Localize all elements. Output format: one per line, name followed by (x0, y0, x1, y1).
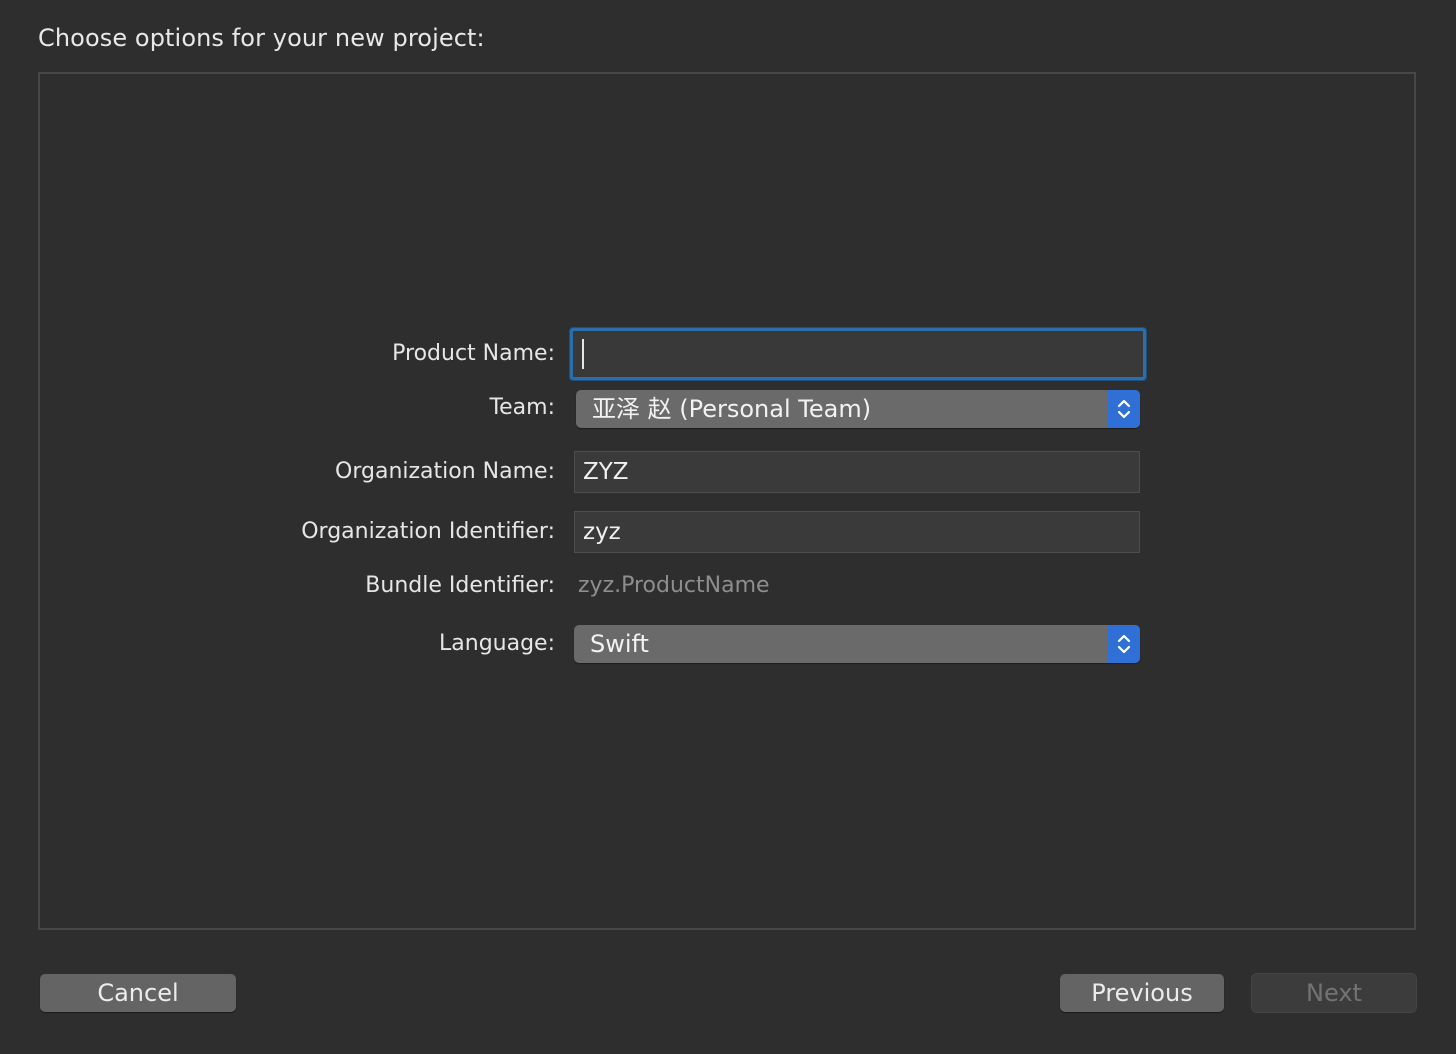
team-label: Team: (489, 395, 555, 420)
team-popup-stepper (1108, 390, 1140, 428)
organization-name-label: Organization Name: (335, 459, 555, 484)
text-caret (582, 339, 584, 369)
organization-name-input[interactable] (574, 451, 1140, 493)
product-name-input[interactable] (570, 328, 1146, 380)
organization-identifier-input[interactable] (574, 511, 1140, 553)
dialog-heading: Choose options for your new project: (38, 24, 485, 52)
next-button[interactable]: Next (1252, 974, 1416, 1012)
product-name-label: Product Name: (392, 341, 555, 366)
options-panel (38, 72, 1416, 930)
chevron-up-down-icon (1117, 399, 1131, 419)
organization-identifier-label: Organization Identifier: (301, 519, 555, 544)
bundle-identifier-label: Bundle Identifier: (365, 573, 555, 598)
chevron-up-down-icon (1117, 634, 1131, 654)
new-project-options-sheet: Choose options for your new project: Pro… (0, 0, 1456, 1054)
language-popup-stepper (1108, 625, 1140, 663)
bundle-identifier-value: zyz.ProductName (578, 573, 770, 598)
language-popup-value: Swift (590, 630, 649, 658)
team-popup[interactable]: 亚泽 赵 (Personal Team) (576, 390, 1140, 428)
language-label: Language: (439, 631, 555, 656)
team-popup-value: 亚泽 赵 (Personal Team) (592, 395, 872, 423)
language-popup[interactable]: Swift (574, 625, 1140, 663)
previous-button[interactable]: Previous (1060, 974, 1224, 1012)
cancel-button[interactable]: Cancel (40, 974, 236, 1012)
